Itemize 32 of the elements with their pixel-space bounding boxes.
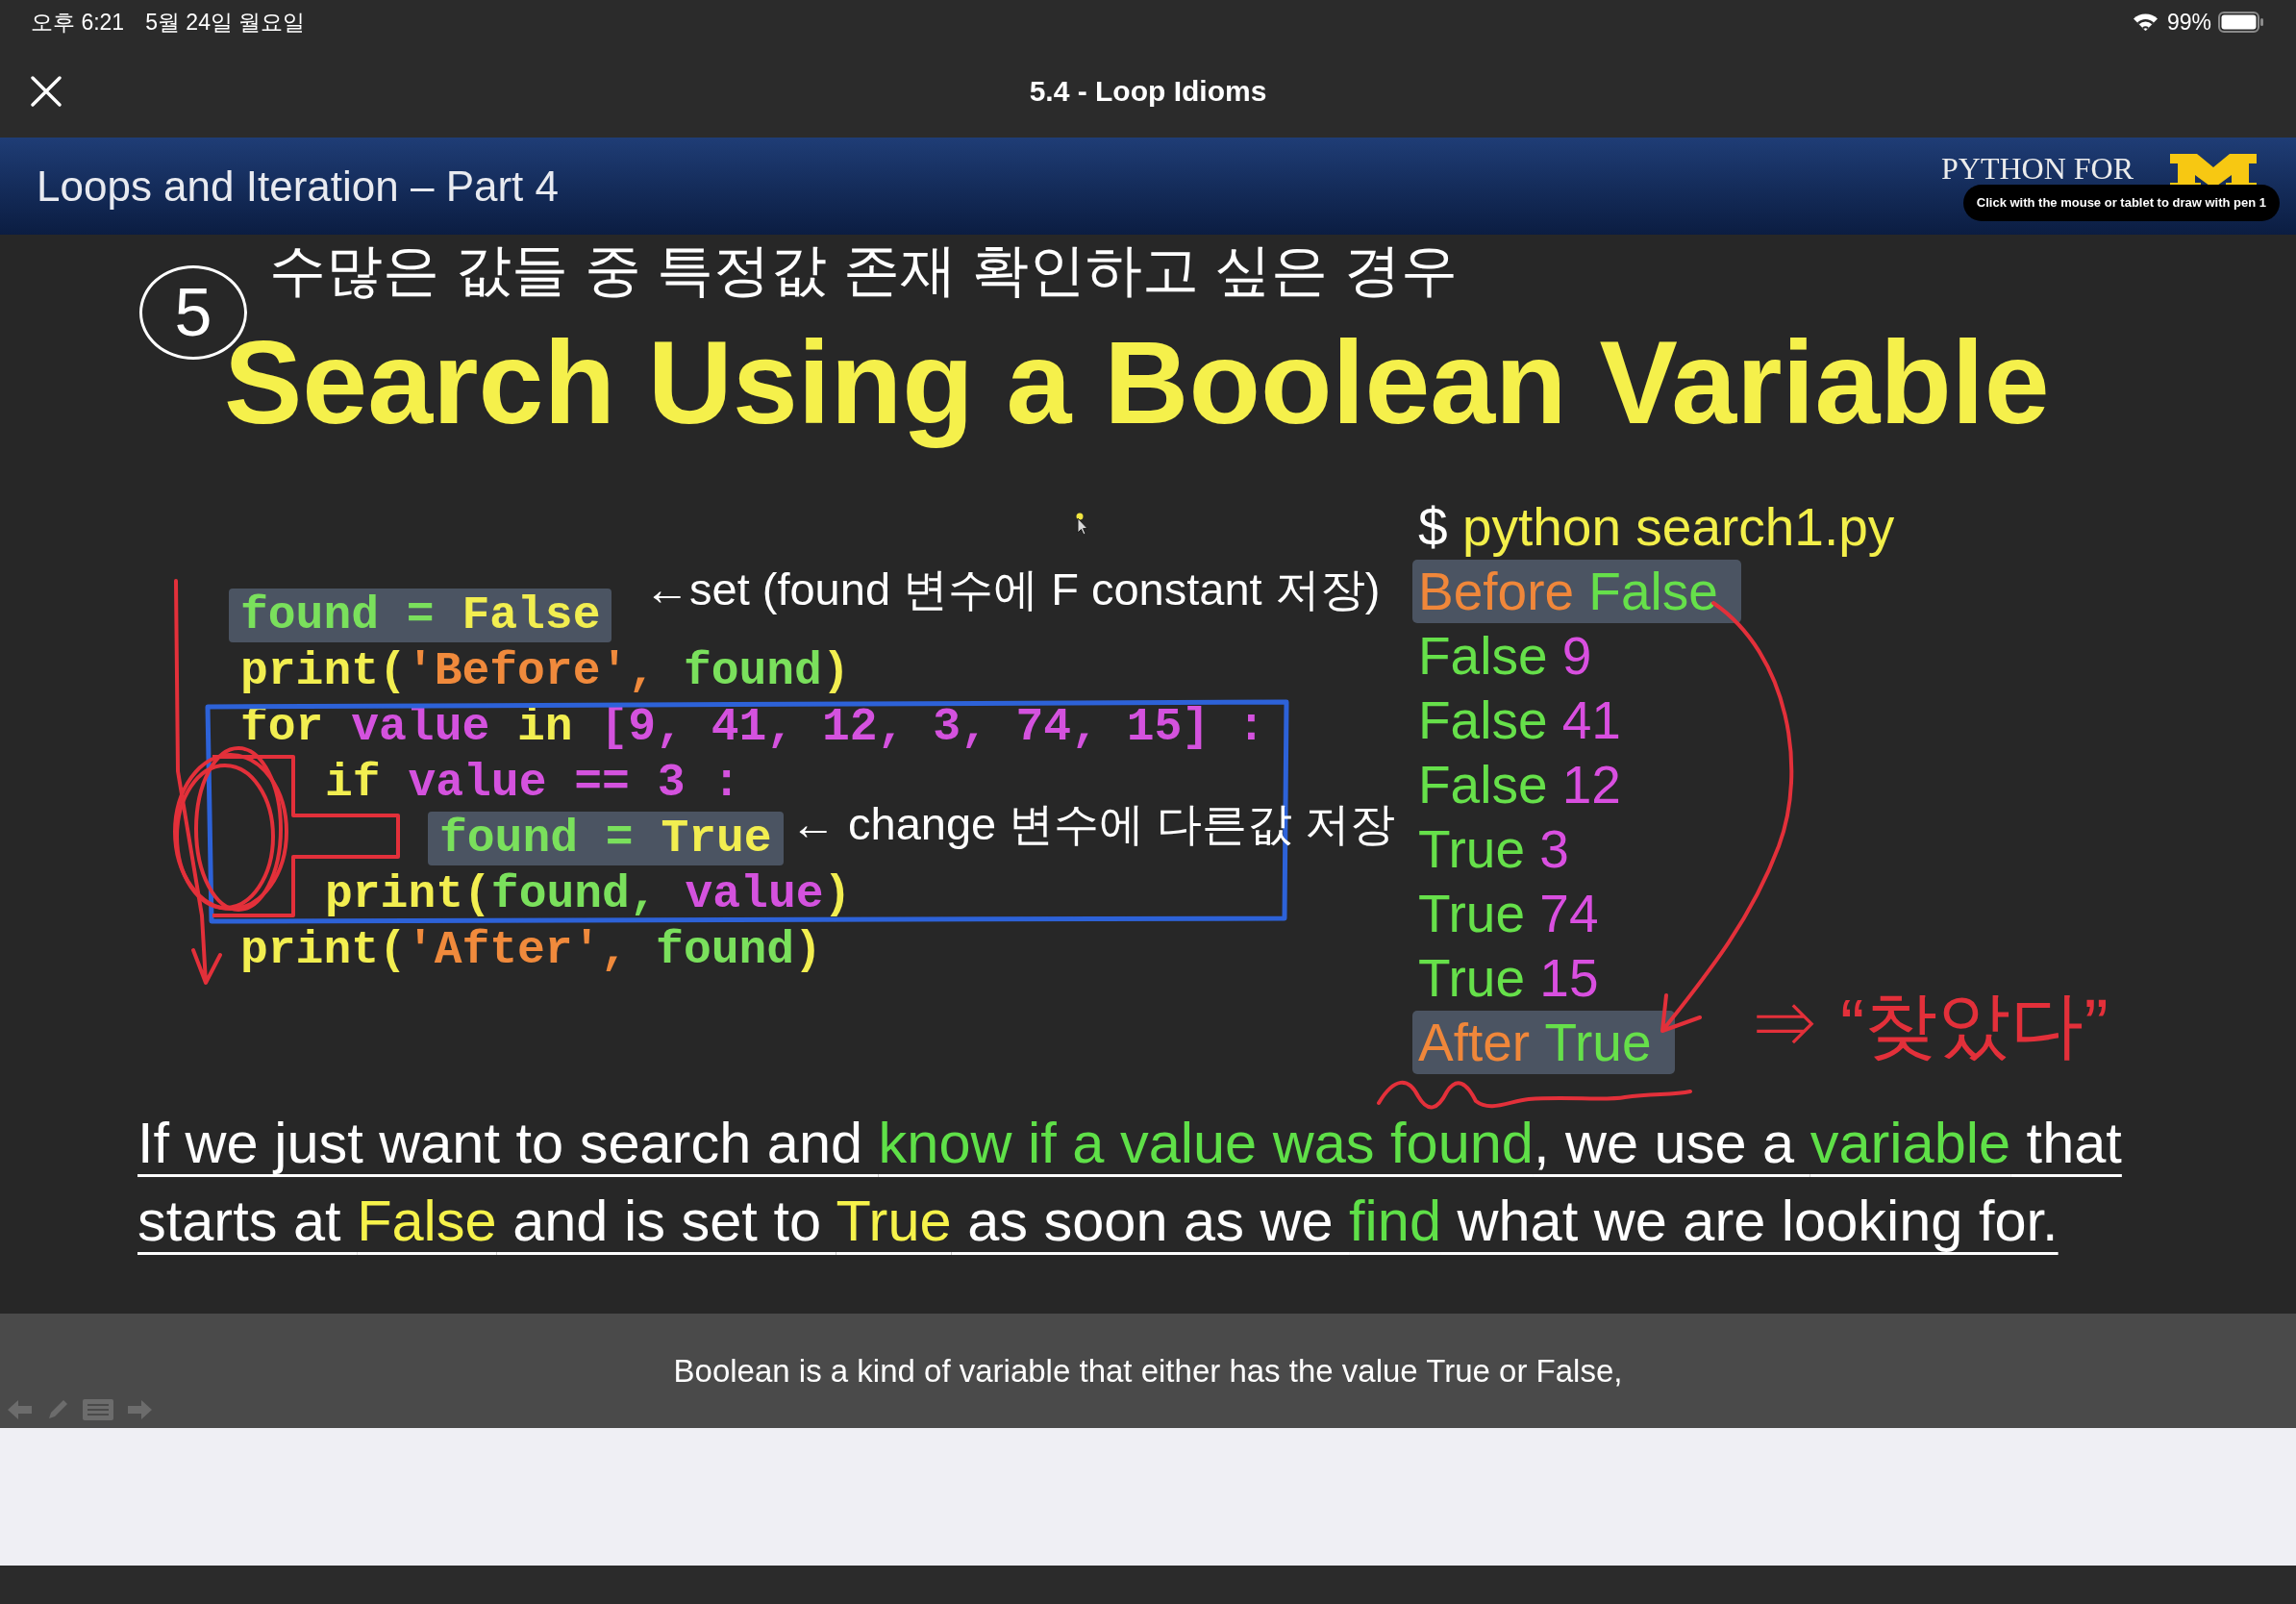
caption-text: Boolean is a kind of variable that either has the value True or False, (673, 1351, 1623, 1391)
slide-paragraph: If we just want to search and know if a value was found, we use a variable that starts at False and is set to True as soon as we find what we are looking for. (137, 1110, 2122, 1255)
pen-tooltip: Click with the mouse or tablet to draw with pen 1 (1962, 185, 2280, 221)
left-arrow-icon[interactable] (8, 1399, 33, 1420)
list-icon[interactable] (83, 1399, 113, 1420)
code-line: for value in [9, 41, 12, 3, 74, 15] : (240, 700, 1265, 754)
terminal-line: $ python search1.py (1418, 495, 1895, 559)
battery-percentage: 99% (2166, 8, 2211, 37)
handwritten-note: 수많은 값들 중 특정값 존재 확인하고 싶은 경우 (269, 238, 1458, 304)
terminal-line: True 3 (1418, 817, 1569, 881)
handwritten-note: ⇒ “찾았다” (1747, 983, 2109, 1067)
close-button[interactable] (31, 75, 62, 107)
slide-header-title: Loops and Iteration – Part 4 (37, 161, 560, 212)
status-time: 오후 6:21 (31, 8, 125, 37)
python-for-label: PYTHON FOR (1940, 151, 2134, 186)
video-title: 5.4 - Loop Idioms (1029, 74, 1267, 109)
code-line: print('Before', found) (240, 644, 850, 698)
terminal-line: False 9 (1418, 624, 1592, 688)
code-line: if value == 3 : (325, 756, 741, 810)
battery-icon (2218, 12, 2264, 33)
pointer-icon (1075, 513, 1088, 536)
terminal-line: False 12 (1418, 753, 1621, 816)
wifi-icon (2132, 13, 2159, 32)
terminal-line: True 15 (1418, 946, 1599, 1010)
right-arrow-icon[interactable] (127, 1399, 152, 1420)
pen-icon[interactable] (46, 1398, 69, 1421)
code-line: print(found, value) (325, 867, 852, 921)
terminal-line: False 41 (1418, 689, 1621, 752)
code-line: print('After', found) (240, 923, 822, 977)
terminal-line: True 74 (1418, 882, 1599, 945)
handwritten-note: ←set (found 변수에 F constant 저장) (644, 563, 1381, 616)
status-date: 5월 24일 월요일 (145, 8, 306, 37)
